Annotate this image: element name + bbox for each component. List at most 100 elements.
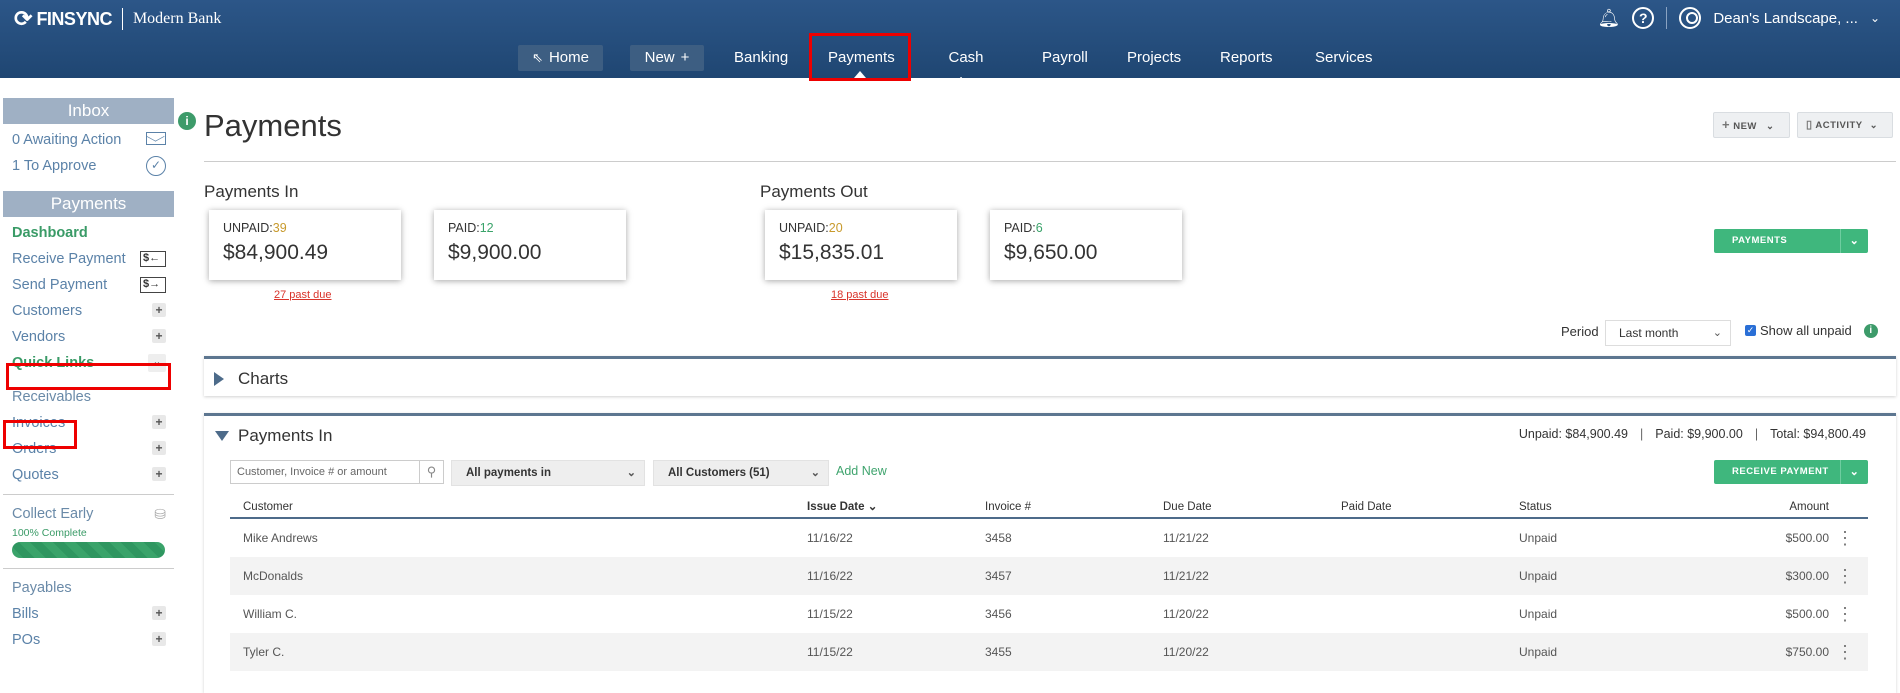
- cell-issue-date: 11/16/22: [807, 531, 853, 545]
- charts-panel[interactable]: Charts: [204, 356, 1896, 396]
- add-bill-plus-icon[interactable]: +: [152, 606, 166, 620]
- customer-filter[interactable]: All Customers (51) ⌄: [653, 460, 829, 486]
- add-customer-plus-icon[interactable]: +: [152, 303, 166, 317]
- sidebar-item-customers[interactable]: Customers +: [3, 298, 174, 324]
- add-quote-plus-icon[interactable]: +: [152, 467, 166, 481]
- arrow-up-left-icon: ⇖: [532, 50, 543, 65]
- table-row[interactable]: Mike Andrews 11/16/22 3458 11/21/22 Unpa…: [230, 519, 1868, 557]
- account-name[interactable]: Dean's Landscape, ...: [1713, 10, 1858, 27]
- sidebar-item-payables[interactable]: Payables: [3, 575, 174, 601]
- col-invoice[interactable]: Invoice #: [985, 496, 1031, 519]
- info-icon[interactable]: i: [178, 112, 196, 130]
- in-past-due-link[interactable]: 27 past due: [274, 289, 332, 301]
- checkbox-checked-icon[interactable]: ✓: [1745, 325, 1756, 336]
- add-invoice-plus-icon[interactable]: +: [152, 415, 166, 429]
- sidebar-item-send-payment[interactable]: Send Payment $→: [3, 272, 174, 298]
- collapse-triangle-icon[interactable]: [215, 431, 229, 441]
- nav-projects[interactable]: Projects: [1117, 45, 1189, 71]
- info-icon[interactable]: i: [1863, 323, 1878, 338]
- payment-type-filter[interactable]: All payments in ⌄: [451, 460, 645, 486]
- sidebar-item-receive-payment[interactable]: Receive Payment $←: [3, 246, 174, 272]
- period-select[interactable]: Last month ⌄: [1605, 320, 1731, 346]
- card-label-text: PAID:: [448, 221, 480, 235]
- chevron-down-icon[interactable]: ⌄: [1840, 460, 1868, 484]
- out-past-due-link[interactable]: 18 past due: [831, 289, 889, 301]
- sidebar-item-quotes[interactable]: Quotes +: [3, 462, 174, 488]
- add-po-plus-icon[interactable]: +: [152, 632, 166, 646]
- card-label: PAID:6: [1004, 221, 1182, 235]
- table-row[interactable]: McDonalds 11/16/22 3457 11/21/22 Unpaid …: [230, 557, 1868, 595]
- sidebar-item-awaiting[interactable]: 0 Awaiting Action: [3, 127, 174, 153]
- help-icon[interactable]: ?: [1632, 7, 1655, 29]
- total-unpaid: Unpaid: $84,900.49: [1518, 427, 1628, 441]
- select-value: Last month: [1619, 326, 1679, 340]
- sidebar-item-to-approve[interactable]: 1 To Approve ✓: [3, 153, 174, 179]
- sidebar-item-label: 0 Awaiting Action: [12, 132, 122, 148]
- add-order-plus-icon[interactable]: +: [152, 441, 166, 455]
- sidebar-item-collect-early[interactable]: Collect Early ⛁: [3, 501, 174, 527]
- finsync-logo-icon: ⟳: [14, 6, 33, 31]
- quick-links-highlight-box: [6, 363, 171, 390]
- out-paid-card[interactable]: PAID:6 $9,650.00: [990, 210, 1182, 280]
- activity-dropdown-button[interactable]: ▯ ACTIVITY ⌄: [1797, 112, 1893, 138]
- nav-home[interactable]: ⇖ Home: [518, 45, 603, 71]
- sidebar-item-label: POs: [12, 632, 41, 648]
- add-vendor-plus-icon[interactable]: +: [152, 329, 166, 343]
- add-new-link[interactable]: Add New: [836, 464, 887, 478]
- cell-due-date: 11/21/22: [1163, 531, 1209, 545]
- nav-payroll[interactable]: Payroll: [1032, 45, 1096, 71]
- sidebar-item-label: Customers: [12, 303, 83, 319]
- out-unpaid-card[interactable]: UNPAID:20 $15,835.01: [765, 210, 957, 280]
- table-header: Customer Issue Date ⌄ Invoice # Due Date…: [230, 496, 1868, 519]
- nav-cash-flow[interactable]: Cash Flow: [924, 45, 1008, 92]
- receive-payment-button[interactable]: RECEIVE PAYMENT ⌄: [1714, 460, 1868, 484]
- col-amount[interactable]: Amount: [1789, 496, 1829, 519]
- cell-issue-date: 11/15/22: [807, 607, 853, 621]
- invoices-highlight-box: [3, 420, 77, 449]
- card-label: UNPAID:20: [779, 221, 957, 235]
- payments-button[interactable]: PAYMENTS ⌄: [1714, 229, 1868, 253]
- cell-status: Unpaid: [1519, 607, 1558, 621]
- col-status[interactable]: Status: [1519, 496, 1552, 519]
- nav-reports[interactable]: Reports: [1210, 45, 1282, 71]
- table-row[interactable]: William C. 11/15/22 3456 11/20/22 Unpaid…: [230, 595, 1868, 633]
- col-paid-date[interactable]: Paid Date: [1341, 496, 1392, 519]
- sidebar-item-bills[interactable]: Bills +: [3, 601, 174, 627]
- more-vertical-icon[interactable]: ⋮: [1836, 633, 1854, 671]
- receive-money-icon: $←: [140, 251, 166, 267]
- in-unpaid-card[interactable]: UNPAID:39 $84,900.49: [209, 210, 401, 280]
- col-customer[interactable]: Customer: [243, 496, 293, 519]
- payments-header: Payments: [3, 191, 174, 217]
- user-avatar-icon[interactable]: [1679, 7, 1702, 29]
- sidebar-item-pos[interactable]: POs +: [3, 627, 174, 653]
- sidebar-item-dashboard[interactable]: Dashboard: [3, 220, 174, 246]
- plus-icon: +: [1722, 117, 1731, 132]
- sidebar-item-vendors[interactable]: Vendors +: [3, 324, 174, 350]
- chevron-down-icon: ⌄: [1869, 120, 1879, 131]
- col-due-date[interactable]: Due Date: [1163, 496, 1212, 519]
- nav-services[interactable]: Services: [1305, 45, 1377, 71]
- col-issue-date[interactable]: Issue Date ⌄: [807, 496, 877, 519]
- bell-icon[interactable]: 🔔︎: [1597, 8, 1620, 29]
- in-paid-card[interactable]: PAID:12 $9,900.00: [434, 210, 626, 280]
- more-vertical-icon[interactable]: ⋮: [1836, 519, 1854, 557]
- new-dropdown-button[interactable]: + NEW ⌄: [1713, 112, 1790, 138]
- card-label: UNPAID:39: [223, 221, 401, 235]
- payments-out-heading: Payments Out: [760, 182, 868, 201]
- top-bar: ⟳ FINSYNC Modern Bank 🔔︎ ? Dean's Landsc…: [0, 0, 1900, 92]
- search-icon[interactable]: ⚲: [420, 460, 444, 484]
- chevron-down-icon[interactable]: ⌄: [1870, 11, 1880, 25]
- cell-due-date: 11/21/22: [1163, 569, 1209, 583]
- expand-triangle-icon[interactable]: [214, 372, 224, 386]
- more-vertical-icon[interactable]: ⋮: [1836, 557, 1854, 595]
- sort-chevron-down-icon: ⌄: [867, 501, 878, 513]
- chevron-down-icon[interactable]: ⌄: [1840, 229, 1868, 253]
- card-label: PAID:12: [448, 221, 626, 235]
- search-input[interactable]: Customer, Invoice # or amount: [230, 460, 420, 484]
- nav-banking[interactable]: Banking: [724, 45, 796, 71]
- logo[interactable]: ⟳ FINSYNC Modern Bank: [14, 6, 221, 31]
- show-all-unpaid-toggle[interactable]: ✓ Show all unpaid i: [1745, 323, 1878, 338]
- more-vertical-icon[interactable]: ⋮: [1836, 595, 1854, 633]
- nav-new[interactable]: New +: [630, 45, 704, 71]
- table-row[interactable]: Tyler C. 11/15/22 3455 11/20/22 Unpaid $…: [230, 633, 1868, 671]
